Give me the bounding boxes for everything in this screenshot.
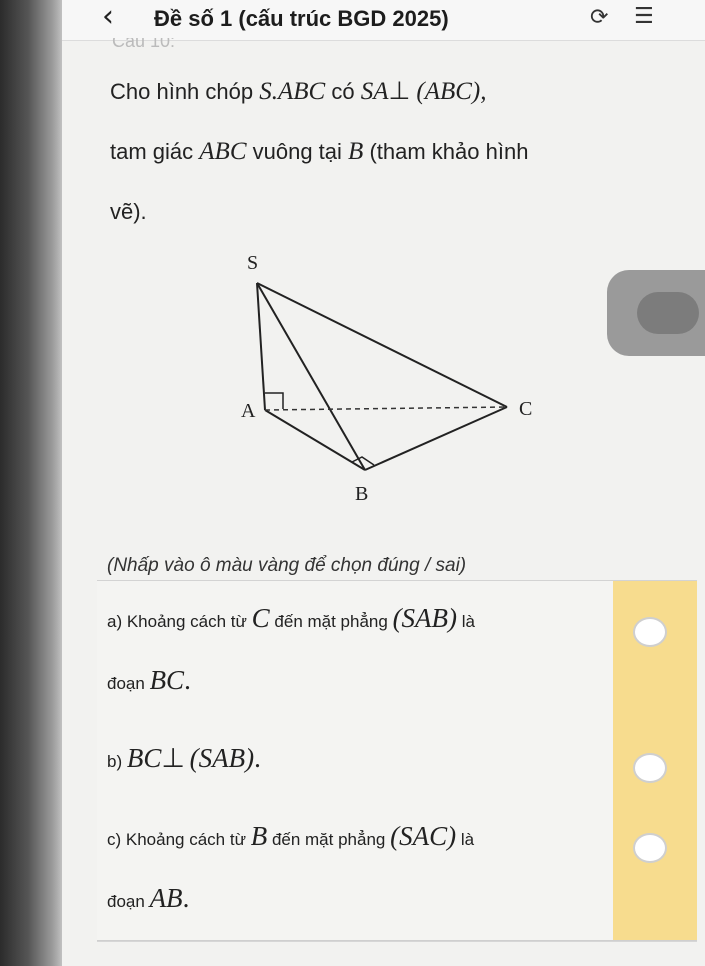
device-bezel (0, 0, 70, 966)
pyramid-figure: S A B C (241, 252, 532, 505)
edge-AB (264, 409, 366, 471)
problem-line-3: vẽ). (110, 199, 147, 224)
edge-SB (256, 282, 366, 471)
label-S: S (247, 252, 258, 274)
edge-AC (264, 406, 508, 411)
right-angle-mark-A (265, 392, 284, 409)
problem-statement: Cho hình chóp S.ABC có SA⊥ (ABC), tam gi… (110, 62, 680, 242)
true-false-table: a) Khoảng cách từ C đến mặt phẳng (SAB) … (97, 580, 697, 942)
answer-radio-a[interactable] (633, 617, 667, 647)
statement-b-text: b) BC⊥ (SAB). (107, 743, 261, 773)
statement-row-c: c) Khoảng cách từ B đến mặt phẳng (SAC) … (97, 801, 697, 942)
refresh-icon[interactable]: ⟳ (590, 5, 608, 30)
chevron-left-icon[interactable]: ‹ (102, 2, 114, 32)
edge-BC (364, 406, 508, 471)
statement-row-a: a) Khoảng cách từ C đến mặt phẳng (SAB) … (97, 581, 697, 722)
problem-line-1: Cho hình chóp S.ABC có SA⊥ (ABC), (110, 78, 487, 105)
edge-SC (256, 282, 508, 408)
question-heading: Câu 10: (112, 38, 176, 48)
label-C: C (519, 398, 532, 420)
problem-line-2: tam giác ABC vuông tại B (tham khảo hình (110, 138, 529, 165)
statement-a-text: a) Khoảng cách từ C đến mặt phẳng (SAB) … (107, 603, 475, 695)
list-icon[interactable]: ☰ (634, 4, 654, 29)
answer-radio-b[interactable] (633, 753, 667, 783)
top-bar: ‹ Đề số 1 (cấu trúc BGD 2025) ⟳ ☰ (62, 0, 705, 41)
divider (97, 940, 697, 941)
answer-radio-c[interactable] (633, 833, 667, 863)
answer-cell-b[interactable] (613, 721, 697, 801)
answer-cell-c[interactable] (613, 801, 697, 941)
statement-row-b: b) BC⊥ (SAB). (97, 721, 697, 802)
label-A: A (241, 400, 256, 422)
edge-SA (256, 282, 266, 411)
page-title: Đề số 1 (cấu trúc BGD 2025) (154, 6, 449, 31)
label-B: B (355, 483, 368, 505)
statement-c-text: c) Khoảng cách từ B đến mặt phẳng (SAC) … (107, 821, 475, 913)
answer-cell-a[interactable] (613, 581, 697, 721)
toggle-knob (637, 292, 699, 334)
app-screen: ‹ Đề số 1 (cấu trúc BGD 2025) ⟳ ☰ Câu 10… (62, 0, 705, 966)
instruction-hint: (Nhấp vào ô màu vàng để chọn đúng / sai) (107, 555, 467, 576)
side-panel-toggle[interactable] (607, 270, 705, 356)
